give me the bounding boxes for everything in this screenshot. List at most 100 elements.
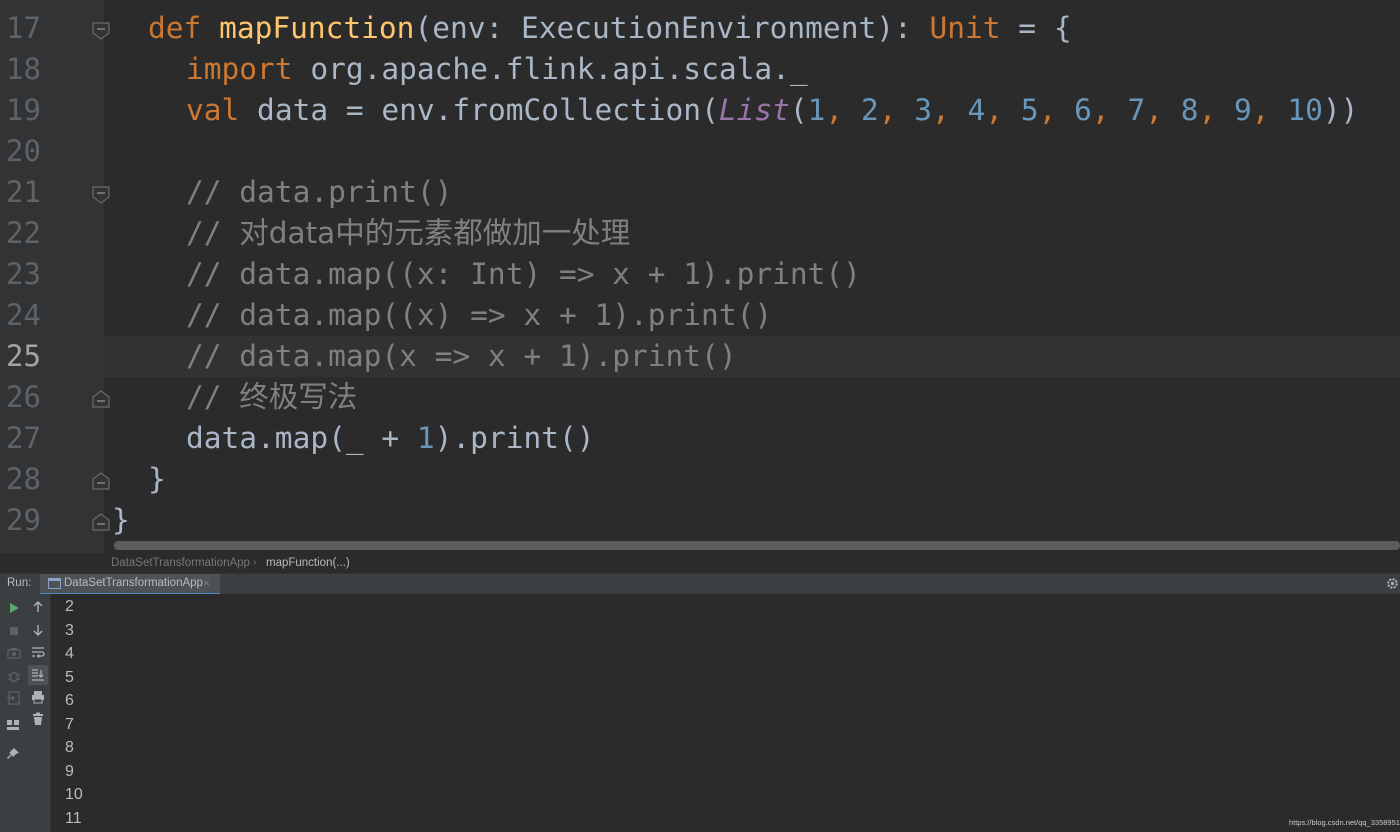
soft-wrap-icon[interactable] [30,644,46,660]
exit-icon[interactable] [6,690,22,706]
pin-icon[interactable] [5,746,21,762]
gear-icon[interactable] [1386,577,1399,590]
trash-icon[interactable] [30,711,46,727]
line-number: 26 [6,380,41,414]
comma: , [985,93,1021,127]
console-line: 4 [65,645,74,662]
line-number: 21 [6,175,41,209]
breadcrumb-item-class[interactable]: DataSetTransformationApp [111,553,250,573]
line-number: 17 [6,11,41,45]
number-literal: 3 [914,93,933,127]
console-line: 10 [65,786,83,803]
number-literal: 2 [860,93,879,127]
console-toolbar [26,594,51,832]
scroll-up-icon[interactable] [30,599,46,615]
console-line: 3 [65,621,74,639]
number-literal: 1 [416,421,435,455]
number-literal: 8 [1180,93,1199,127]
code-line-22[interactable]: // 对data中的元素都做加一处理 [186,213,630,254]
close-icon[interactable]: × [203,576,210,590]
paren-open: ( [789,93,808,127]
code-line-21[interactable]: // data.print() [186,172,452,213]
code-editor[interactable]: 17 18 19 20 21 22 23 24 25 26 27 28 29 d… [0,0,1400,553]
line-number: 27 [6,421,41,455]
list-type: List [718,93,790,127]
fold-collapse-icon[interactable] [91,185,111,205]
console-line: 6 [65,692,74,709]
horizontal-scrollbar[interactable] [114,541,1400,550]
line-number: 19 [6,93,41,127]
scroll-down-icon[interactable] [30,622,46,638]
debug-icon[interactable] [6,668,22,684]
code-line-26[interactable]: // 终极写法 [186,377,357,418]
console-line: 2 [65,598,74,615]
line-number: 24 [6,298,41,332]
breadcrumb-separator: › [253,557,257,568]
comma: , [1251,93,1288,127]
keyword-def: def [148,11,202,45]
code-line-23[interactable]: // data.map((x: Int) => x + 1).print() [186,254,861,295]
console-line: 8 [65,739,74,756]
comma: , [1038,93,1075,127]
line-number: 23 [6,257,41,291]
code-line-17[interactable]: def mapFunction(env: ExecutionEnvironmen… [148,8,1072,49]
comment-text: 对data中的元素都做加一处理 [239,216,631,250]
comment-prefix: // [186,216,240,250]
run-label: Run: [7,577,32,589]
keyword-val: val [186,93,240,127]
run-tab[interactable]: DataSetTransformationApp × [40,574,220,595]
line-number: 20 [6,134,41,168]
code-line-27[interactable]: data.map(_ + 1).print() [186,418,595,459]
comma: , [932,93,968,127]
number-literal: 6 [1074,93,1092,127]
stop-icon[interactable] [6,623,22,639]
run-icon[interactable] [6,600,22,616]
keyword-import: import [186,52,293,86]
number-literal: 1 [807,93,826,127]
comma: , [1198,93,1235,127]
run-tool-window-header: Run: DataSetTransformationApp × [0,573,1400,595]
run-toolbar [0,594,26,832]
watermark: https://blog.csdn.net/qq_33589510 [1289,818,1400,827]
line-number: 28 [6,462,41,496]
layout-icon[interactable] [5,717,21,733]
code-line-25[interactable]: // data.map(x => x + 1).print() [186,336,737,377]
breadcrumb-item-method[interactable]: mapFunction(...) [266,553,350,573]
comment-text: 终极写法 [239,380,358,414]
fold-collapse-icon[interactable] [91,21,111,41]
print-call: ).print() [434,421,595,455]
line-number: 18 [6,52,41,86]
comma: , [825,93,861,127]
scroll-to-end-icon[interactable] [28,665,48,685]
code-line-19[interactable]: val data = env.fromCollection(List(1, 2,… [186,90,1358,131]
function-params: (env: ExecutionEnvironment): [414,11,930,45]
dump-threads-icon[interactable] [6,645,22,661]
code-line-28[interactable]: } [148,459,166,500]
code-line-18[interactable]: import org.apache.flink.api.scala._ [186,49,808,90]
paren-close: )) [1322,93,1359,127]
map-call: data.map(_ + [186,421,417,455]
code-line-29[interactable]: } [112,500,130,541]
val-decl: data = env.fromCollection( [239,93,719,127]
number-literal: 10 [1287,93,1323,127]
return-type: Unit [929,11,1001,45]
line-number-current: 25 [6,339,41,373]
number-literal: 7 [1127,93,1146,127]
fold-end-icon[interactable] [91,389,111,409]
line-number-gutter: 17 18 19 20 21 22 23 24 25 26 27 28 29 [0,0,100,553]
number-literal: 5 [1020,93,1039,127]
import-path: org.apache.flink.api.scala._ [292,52,808,86]
comma: , [1145,93,1181,127]
line-number: 22 [6,216,41,250]
code-line-24[interactable]: // data.map((x) => x + 1).print() [186,295,772,336]
fold-end-icon[interactable] [91,471,111,491]
fold-end-icon[interactable] [91,512,111,532]
console-output[interactable]: 2 3 4 5 6 7 8 9 10 11 [51,594,1400,832]
function-open: = { [1000,11,1072,45]
print-icon[interactable] [30,689,46,705]
run-tab-label: DataSetTransformationApp [64,577,203,589]
line-number: 29 [6,503,41,537]
comma: , [1091,93,1128,127]
function-name: mapFunction [219,11,415,45]
console-line: 9 [65,762,74,780]
